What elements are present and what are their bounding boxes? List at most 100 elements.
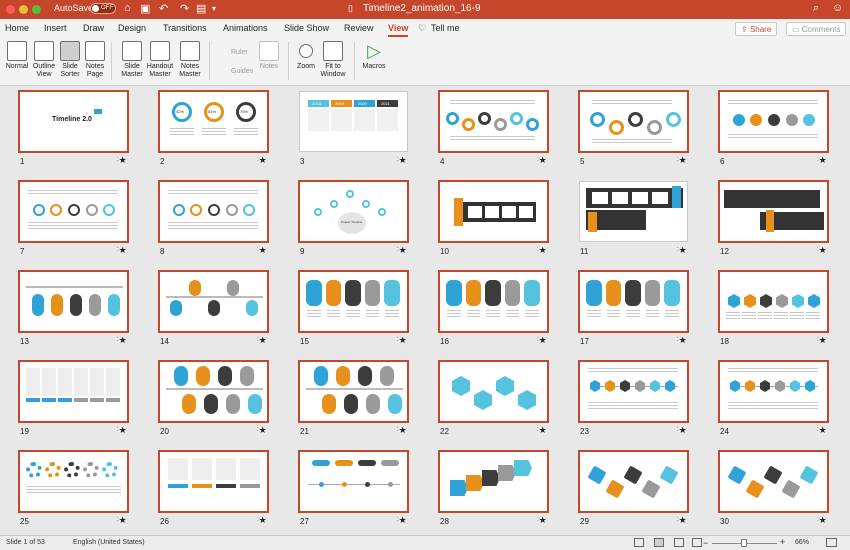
notes-button[interactable]: Notes: [257, 41, 281, 71]
slide-thumbnail-26[interactable]: 26 ⁚★: [158, 446, 278, 530]
close-window-icon[interactable]: [6, 5, 15, 14]
notes-page-button[interactable]: Notes Page: [83, 41, 107, 79]
zoom-level[interactable]: 66%: [795, 539, 809, 546]
save-icon[interactable]: ▣: [140, 2, 150, 15]
present-icon[interactable]: ▤: [196, 2, 206, 15]
slide-thumbnail-25[interactable]: 25 ⁚★: [18, 446, 138, 530]
slide-sorter-status-icon[interactable]: [654, 538, 664, 547]
tell-me-search[interactable]: Tell me: [431, 23, 460, 33]
tab-home[interactable]: Home: [5, 23, 29, 33]
slide-preview[interactable]: Project Timeline: [298, 180, 409, 243]
tab-review[interactable]: Review: [344, 23, 374, 33]
slide-thumbnail-8[interactable]: 8 ⁚★: [158, 176, 278, 260]
share-button[interactable]: ⇪ Share: [735, 22, 778, 36]
slide-preview[interactable]: [578, 270, 689, 333]
tab-transitions[interactable]: Transitions: [163, 23, 207, 33]
slide-preview[interactable]: [578, 90, 689, 153]
slide-thumbnail-2[interactable]: 42% 61% 75% 2 ⁚★: [158, 86, 278, 170]
redo-icon[interactable]: ↷: [180, 2, 189, 15]
slide-preview[interactable]: [18, 180, 129, 243]
slide-thumbnail-21[interactable]: 21 ⁚★: [298, 356, 418, 440]
tab-draw[interactable]: Draw: [83, 23, 104, 33]
zoom-out-icon[interactable]: −: [703, 538, 708, 548]
slide-preview[interactable]: [158, 180, 269, 243]
tab-insert[interactable]: Insert: [44, 23, 67, 33]
minimize-window-icon[interactable]: [19, 5, 28, 14]
slide-preview[interactable]: [158, 360, 269, 423]
slide-thumbnail-12[interactable]: 12 ⁚★: [718, 176, 838, 260]
slide-thumbnail-5[interactable]: 5 ⁚★: [578, 86, 698, 170]
slide-thumbnail-23[interactable]: 23 ⁚★: [578, 356, 698, 440]
slide-preview[interactable]: [18, 450, 129, 513]
slide-preview[interactable]: 42% 61% 75%: [158, 90, 269, 153]
comments-button[interactable]: ▭ Comments: [786, 22, 847, 36]
slide-preview[interactable]: [18, 360, 129, 423]
slide-sorter-button[interactable]: Slide Sorter: [58, 41, 82, 79]
slide-thumbnail-6[interactable]: 6 ⁚★: [718, 86, 838, 170]
slide-preview[interactable]: [158, 270, 269, 333]
slide-thumbnail-17[interactable]: 17 ⁚★: [578, 266, 698, 350]
outline-view-button[interactable]: Outline View: [31, 41, 57, 79]
slide-thumbnail-20[interactable]: 20 ⁚★: [158, 356, 278, 440]
slide-thumbnail-14[interactable]: 14 ⁚★: [158, 266, 278, 350]
account-icon[interactable]: ☺: [832, 2, 843, 14]
slide-thumbnail-11[interactable]: 11 ⁚★: [578, 176, 698, 260]
slide-thumbnail-9[interactable]: Project Timeline 9 ⁚★: [298, 176, 418, 260]
zoom-slider-thumb[interactable]: [741, 539, 747, 547]
guides-checkbox[interactable]: Guides: [231, 68, 253, 76]
slide-master-button[interactable]: Slide Master: [119, 41, 145, 79]
slide-preview[interactable]: [718, 360, 829, 423]
language-status[interactable]: English (United States): [73, 539, 145, 546]
handout-master-button[interactable]: Handout Master: [145, 41, 175, 79]
slideshow-status-icon[interactable]: [692, 538, 702, 547]
slide-thumbnail-4[interactable]: 4 ⁚★: [438, 86, 558, 170]
slide-preview[interactable]: [158, 450, 269, 513]
tab-slide-show[interactable]: Slide Show: [284, 23, 329, 33]
undo-icon[interactable]: ↶: [159, 2, 168, 15]
slide-thumbnail-16[interactable]: 16 ⁚★: [438, 266, 558, 350]
autosave-toggle[interactable]: OFF: [90, 3, 116, 14]
slide-preview[interactable]: [438, 180, 549, 243]
slide-preview[interactable]: [298, 450, 409, 513]
tab-design[interactable]: Design: [118, 23, 146, 33]
fit-slide-icon[interactable]: [826, 538, 837, 547]
slide-preview[interactable]: [438, 270, 549, 333]
slide-preview[interactable]: [579, 181, 688, 242]
slide-thumbnail-7[interactable]: 7 ⁚★: [18, 176, 138, 260]
zoom-in-icon[interactable]: +: [780, 537, 785, 547]
slide-preview[interactable]: [578, 360, 689, 423]
slide-preview[interactable]: [718, 270, 829, 333]
zoom-button[interactable]: Zoom: [294, 41, 318, 71]
slide-thumbnail-22[interactable]: 22 ⁚★: [438, 356, 558, 440]
slide-sorter-grid[interactable]: Timeline 2.0 1 ⁚★ 42% 61% 75% 2 ⁚★ 2018 2019 2020 2…: [0, 86, 850, 535]
slide-preview[interactable]: [438, 450, 549, 513]
slide-preview[interactable]: Timeline 2.0: [18, 90, 129, 153]
slide-thumbnail-10[interactable]: 10 ⁚★: [438, 176, 558, 260]
slide-thumbnail-29[interactable]: 29 ⁚★: [578, 446, 698, 530]
slide-preview[interactable]: [718, 90, 829, 153]
zoom-window-icon[interactable]: [32, 5, 41, 14]
tab-view[interactable]: View: [388, 23, 409, 37]
slide-preview[interactable]: 2018 2019 2020 2021: [299, 91, 408, 152]
slide-thumbnail-28[interactable]: 28 ⁚★: [438, 446, 558, 530]
slide-preview[interactable]: [298, 270, 409, 333]
slide-thumbnail-24[interactable]: 24 ⁚★: [718, 356, 838, 440]
slide-thumbnail-30[interactable]: 30 ⁚★: [718, 446, 838, 530]
reading-view-status-icon[interactable]: [674, 538, 684, 547]
slide-preview[interactable]: [718, 450, 829, 513]
slide-preview[interactable]: [578, 450, 689, 513]
slide-thumbnail-3[interactable]: 2018 2019 2020 2021 3 ⁚★: [298, 86, 418, 170]
home-icon[interactable]: ⌂: [124, 2, 131, 14]
slide-preview[interactable]: [438, 360, 549, 423]
slide-thumbnail-15[interactable]: 15 ⁚★: [298, 266, 418, 350]
slide-preview[interactable]: [18, 270, 129, 333]
slide-thumbnail-1[interactable]: Timeline 2.0 1 ⁚★: [18, 86, 138, 170]
slide-preview[interactable]: [298, 360, 409, 423]
tab-animations[interactable]: Animations: [223, 23, 268, 33]
slide-preview[interactable]: [438, 90, 549, 153]
macros-button[interactable]: ▷ Macros: [360, 41, 388, 71]
slide-thumbnail-19[interactable]: 19 ⁚★: [18, 356, 138, 440]
search-icon[interactable]: ⌕: [813, 2, 819, 15]
normal-view-button[interactable]: Normal: [4, 41, 30, 71]
slide-preview[interactable]: [718, 180, 829, 243]
